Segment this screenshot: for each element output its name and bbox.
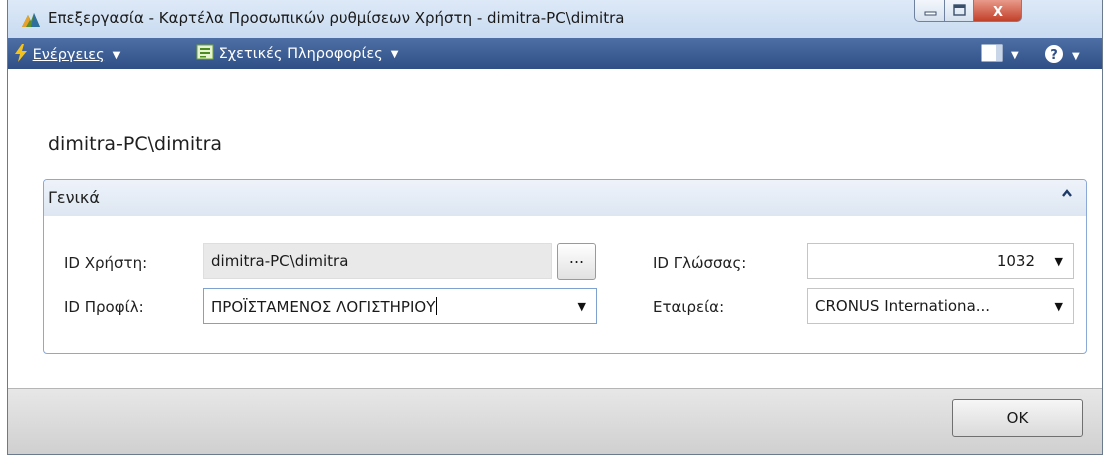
profile-id-label: ID Προφίλ: <box>64 298 144 316</box>
related-info-menu[interactable]: Σχετικές Πληροφορίες ▼ <box>196 44 398 62</box>
lightning-icon <box>15 44 27 62</box>
company-value: CRONUS Internationa... <box>815 297 991 315</box>
chevron-down-icon[interactable]: ▼ <box>1055 300 1063 313</box>
minimize-button[interactable] <box>914 0 945 22</box>
ok-button[interactable]: OK <box>952 399 1083 437</box>
minimize-icon <box>924 11 937 16</box>
user-id-value: dimitra-PC\dimitra <box>211 252 349 270</box>
actions-menu[interactable]: Ενέργειες ▼ <box>14 44 120 63</box>
company-label: Εταιρεία: <box>653 298 725 316</box>
close-icon: X <box>993 5 1003 20</box>
info-pane-icon <box>196 44 214 60</box>
general-fasttab-title: Γενικά <box>48 188 100 207</box>
page-title: dimitra-PC\dimitra <box>48 133 223 155</box>
close-button[interactable]: X <box>974 0 1022 22</box>
actions-menu-label: Ενέργειες <box>32 47 105 63</box>
chevron-down-icon[interactable]: ▼ <box>1055 255 1063 268</box>
general-fasttab-header[interactable]: Γενικά <box>44 180 1086 216</box>
language-id-field[interactable]: 1032 ▼ <box>807 243 1074 279</box>
user-id-label: ID Χρήστη: <box>64 254 148 272</box>
app-logo-icon <box>21 10 41 28</box>
related-info-label: Σχετικές Πληροφορίες <box>218 46 383 62</box>
help-icon: ? <box>1045 45 1063 63</box>
dialog-window: Επεξεργασία - Καρτέλα Προσωπικών ρυθμίσε… <box>7 0 1103 455</box>
action-bar: Ενέργειες ▼ Σχετικές Πληροφορίες ▼ ▼ ? ▼ <box>8 38 1102 69</box>
layout-icon <box>981 44 1003 62</box>
language-id-label: ID Γλώσσας: <box>653 254 747 272</box>
help-menu[interactable]: ? ▼ <box>1044 44 1080 64</box>
chevron-down-icon: ▼ <box>1011 50 1019 61</box>
title-bar[interactable]: Επεξεργασία - Καρτέλα Προσωπικών ρυθμίσε… <box>8 0 1102 38</box>
window-title: Επεξεργασία - Καρτέλα Προσωπικών ρυθμίσε… <box>48 9 625 27</box>
profile-id-field[interactable]: ΠΡΟΪΣΤΑΜΕΝΟΣ ΛΟΓΙΣΤΗΡΙΟΥ ▼ <box>203 288 597 324</box>
chevron-up-icon[interactable] <box>1060 186 1074 204</box>
user-id-field[interactable]: dimitra-PC\dimitra <box>203 243 552 279</box>
maximize-button[interactable] <box>945 0 974 22</box>
language-id-value: 1032 <box>996 252 1035 270</box>
chevron-down-icon: ▼ <box>1072 51 1080 62</box>
profile-id-value: ΠΡΟΪΣΤΑΜΕΝΟΣ ΛΟΓΙΣΤΗΡΙΟΥ <box>211 297 438 316</box>
text-cursor <box>436 297 438 315</box>
chevron-down-icon: ▼ <box>390 49 399 60</box>
chevron-down-icon: ▼ <box>112 50 121 61</box>
user-id-assist-button[interactable]: ... <box>557 243 596 280</box>
layout-menu[interactable]: ▼ <box>981 44 1019 63</box>
svg-text:?: ? <box>1050 48 1058 63</box>
maximize-icon <box>953 4 966 16</box>
dialog-footer <box>8 388 1102 454</box>
company-field[interactable]: CRONUS Internationa... ▼ <box>807 288 1074 324</box>
svg-text:X: X <box>993 5 1003 20</box>
chevron-down-icon[interactable]: ▼ <box>578 300 586 313</box>
